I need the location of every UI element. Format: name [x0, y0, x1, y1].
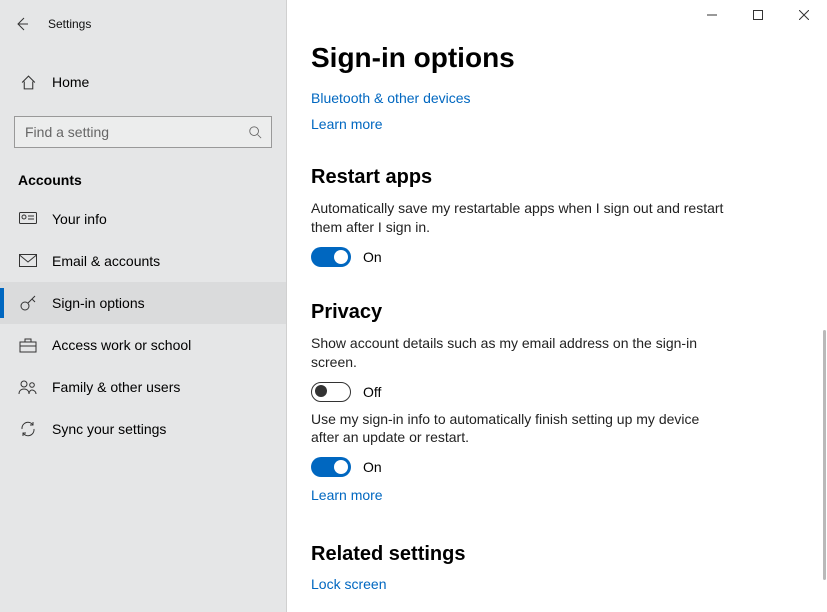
link-privacy-learn-more[interactable]: Learn more — [311, 487, 803, 503]
nav-email-accounts[interactable]: Email & accounts — [0, 240, 286, 282]
briefcase-icon — [18, 337, 38, 353]
section-header-accounts: Accounts — [0, 148, 286, 198]
minimize-button[interactable] — [689, 0, 735, 30]
link-bluetooth-devices[interactable]: Bluetooth & other devices — [311, 90, 803, 106]
nav-label: Email & accounts — [52, 253, 160, 269]
toggle-label: On — [363, 459, 382, 475]
mail-icon — [18, 254, 38, 268]
section-title-restart-apps: Restart apps — [311, 166, 803, 189]
home-icon — [18, 74, 38, 91]
close-button[interactable] — [781, 0, 827, 30]
app-title: Settings — [48, 17, 91, 31]
home-label: Home — [52, 74, 89, 90]
search-box[interactable] — [14, 116, 272, 148]
toggle-show-account-details[interactable] — [311, 382, 351, 402]
search-icon — [247, 125, 263, 139]
toggle-row-restart-apps: On — [311, 247, 803, 267]
section-title-related: Related settings — [311, 543, 803, 566]
nav-your-info[interactable]: Your info — [0, 198, 286, 240]
settings-window: Settings Home Accounts Your info E — [0, 0, 827, 612]
main-panel: Sign-in options Bluetooth & other device… — [287, 0, 827, 612]
toggle-label: On — [363, 249, 382, 265]
privacy-desc-2: Use my sign-in info to automatically fin… — [311, 410, 731, 448]
user-card-icon — [18, 212, 38, 226]
key-icon — [18, 294, 38, 312]
home-nav[interactable]: Home — [0, 62, 286, 102]
nav-label: Sync your settings — [52, 421, 166, 437]
back-button[interactable] — [0, 10, 44, 38]
toggle-row-use-signin-info: On — [311, 457, 803, 477]
nav-sync-settings[interactable]: Sync your settings — [0, 408, 286, 450]
nav-label: Family & other users — [52, 379, 180, 395]
search-input[interactable] — [23, 123, 247, 141]
nav-signin-options[interactable]: Sign-in options — [0, 282, 286, 324]
toggle-use-signin-info[interactable] — [311, 457, 351, 477]
nav-label: Access work or school — [52, 337, 191, 353]
people-icon — [18, 379, 38, 395]
toggle-restart-apps[interactable] — [311, 247, 351, 267]
nav-label: Sign-in options — [52, 295, 145, 311]
nav-access-work-school[interactable]: Access work or school — [0, 324, 286, 366]
toggle-label: Off — [363, 384, 381, 400]
link-learn-more[interactable]: Learn more — [311, 116, 803, 132]
privacy-desc-1: Show account details such as my email ad… — [311, 334, 731, 372]
toggle-row-show-account-details: Off — [311, 382, 803, 402]
window-controls — [689, 0, 827, 30]
sync-icon — [18, 420, 38, 438]
titlebar: Settings — [0, 10, 286, 44]
nav-label: Your info — [52, 211, 107, 227]
sidebar: Settings Home Accounts Your info E — [0, 0, 287, 612]
restart-apps-desc: Automatically save my restartable apps w… — [311, 199, 731, 237]
link-lock-screen[interactable]: Lock screen — [311, 576, 803, 592]
section-title-privacy: Privacy — [311, 301, 803, 324]
maximize-button[interactable] — [735, 0, 781, 30]
scrollbar[interactable] — [823, 330, 826, 580]
page-title: Sign-in options — [311, 42, 803, 74]
nav-family-users[interactable]: Family & other users — [0, 366, 286, 408]
